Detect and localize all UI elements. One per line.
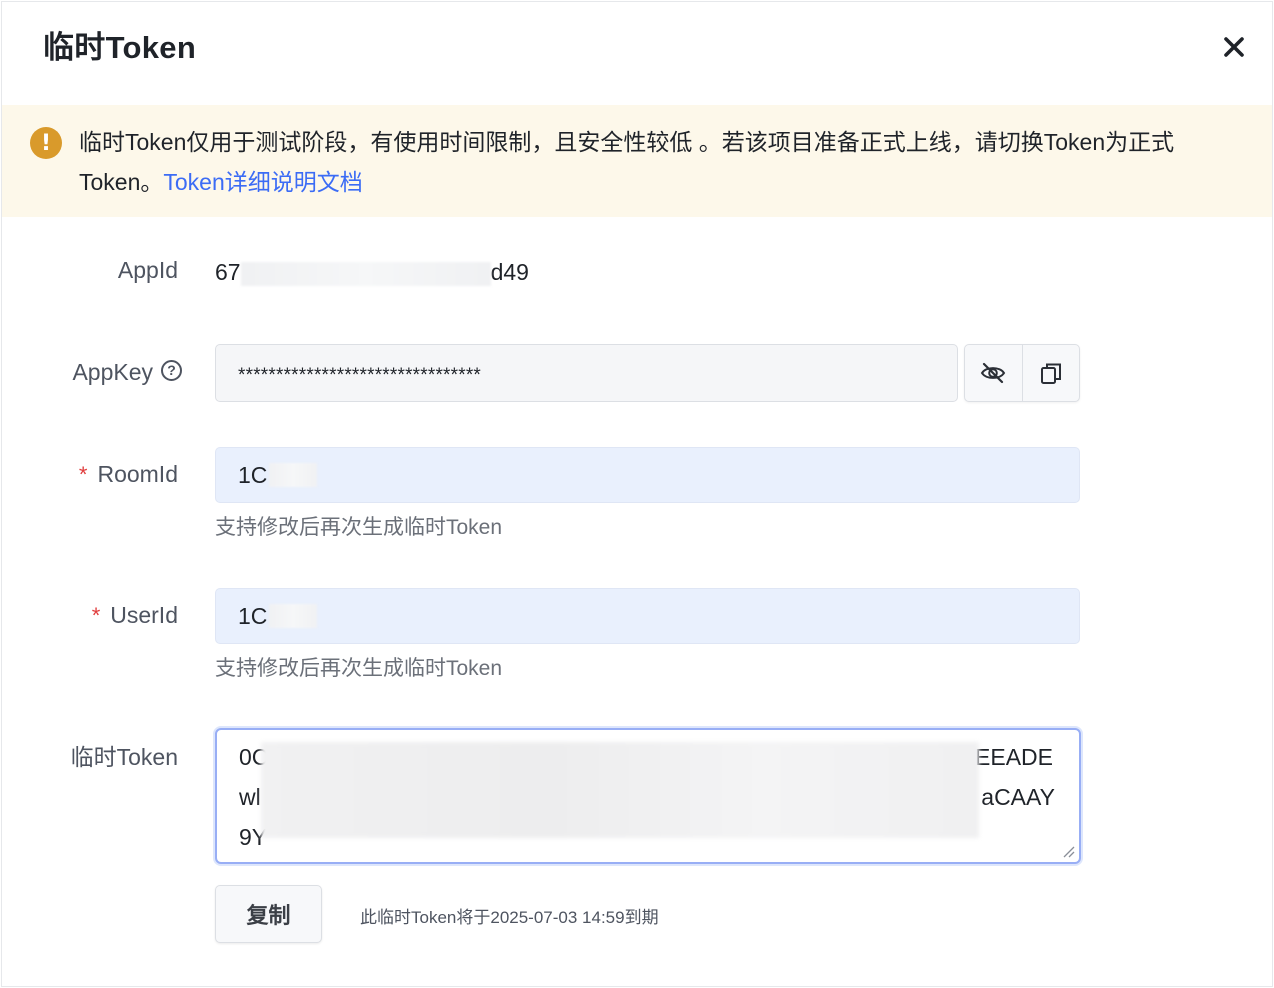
appkey-label: AppKey? (42, 357, 182, 387)
appkey-actions (964, 344, 1080, 402)
close-icon[interactable] (1220, 33, 1248, 61)
appkey-masked-value: ******************************** (238, 365, 482, 386)
appkey-label-text: AppKey (72, 359, 153, 385)
copy-token-button[interactable]: 复制 (215, 885, 322, 943)
token-line-2-end: aCAAY (981, 784, 1055, 810)
required-mark: * (91, 603, 101, 628)
appid-value: 67 d49 (215, 257, 529, 287)
temp-token-dialog: 临时Token ! 临时Token仅用于测试阶段，有使用时间限制，且安全性较低 … (1, 1, 1273, 987)
copy-icon[interactable] (1021, 345, 1080, 401)
roomid-redaction (269, 463, 318, 487)
token-label: 临时Token (70, 744, 178, 770)
appid-label: AppId (117, 257, 178, 283)
roomid-label-text: RoomId (97, 461, 178, 487)
roomid-label: * RoomId (62, 459, 178, 490)
required-mark: * (78, 462, 88, 487)
warning-text: 临时Token仅用于测试阶段，有使用时间限制，且安全性较低 。若该项目准备正式上… (79, 122, 1209, 202)
roomid-input[interactable]: 1C (215, 447, 1080, 503)
token-line-2-start: wl (239, 784, 261, 810)
token-line-1-end: EEADE (975, 744, 1053, 770)
dialog-header: 临时Token (2, 2, 1272, 105)
userid-label-text: UserId (110, 602, 178, 628)
dialog-title: 临时Token (43, 30, 197, 65)
appkey-field[interactable]: ******************************** (215, 344, 958, 402)
appid-prefix: 67 (215, 259, 241, 285)
userid-input[interactable]: 1C (215, 588, 1080, 644)
token-redaction (261, 742, 979, 838)
question-circle-icon[interactable]: ? (161, 360, 182, 382)
appid-redaction (240, 261, 491, 286)
userid-value: 1C (238, 602, 268, 629)
resize-grip-icon[interactable] (1061, 844, 1075, 858)
token-docs-link[interactable]: Token详细说明文档 (163, 169, 362, 195)
expiry-note: 此临时Token将于2025-07-03 14:59到期 (360, 908, 659, 927)
userid-hint: 支持修改后再次生成临时Token (215, 657, 503, 680)
roomid-value: 1C (238, 461, 268, 488)
roomid-hint: 支持修改后再次生成临时Token (215, 516, 503, 539)
userid-redaction (269, 604, 318, 628)
token-textarea[interactable]: 0C EEADE wl aCAAY 9Y (215, 728, 1081, 864)
appid-suffix: d49 (490, 259, 529, 285)
userid-label: * UserId (62, 600, 178, 631)
eye-off-icon[interactable] (965, 345, 1022, 401)
warning-icon: ! (30, 127, 62, 159)
